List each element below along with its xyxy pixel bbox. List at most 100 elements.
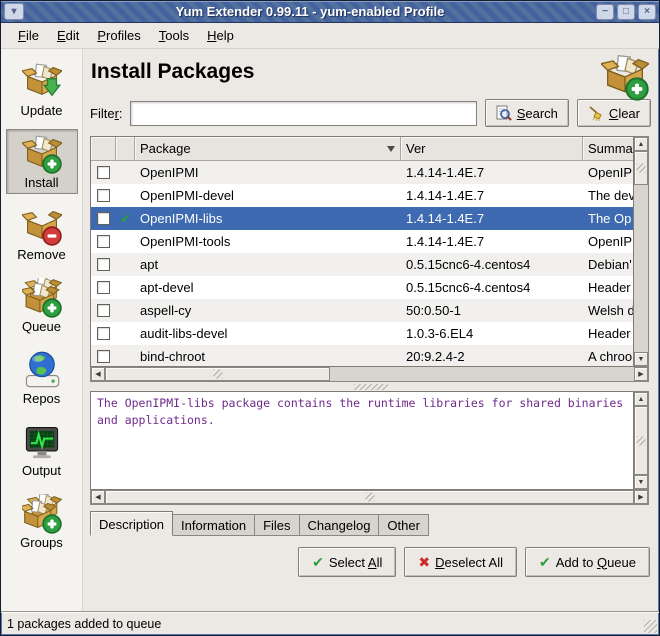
repos-icon bbox=[22, 350, 62, 390]
table-vertical-scrollbar[interactable]: ▲ ▼ bbox=[634, 136, 649, 367]
check-icon: ✔ bbox=[312, 555, 324, 569]
search-button-label: Search bbox=[517, 106, 558, 121]
queue-icon bbox=[22, 278, 62, 318]
titlebar[interactable]: ▾ Yum Extender 0.99.11 - yum-enabled Pro… bbox=[1, 1, 659, 23]
close-icon[interactable]: × bbox=[638, 4, 656, 20]
row-checkbox[interactable] bbox=[97, 235, 110, 248]
queued-check-icon: ✔ bbox=[120, 211, 131, 226]
sidebar-item-repos[interactable]: Repos bbox=[6, 345, 78, 410]
select-all-button[interactable]: ✔ Select All bbox=[298, 547, 396, 577]
column-header-package[interactable]: Package bbox=[135, 137, 401, 161]
tab-changelog[interactable]: Changelog bbox=[300, 514, 380, 536]
description-horizontal-scrollbar[interactable]: ◀ ▶ bbox=[90, 490, 649, 505]
row-checkbox[interactable] bbox=[97, 350, 110, 363]
package-table: Package Ver Summary OpenIPMI 1.4. bbox=[90, 136, 649, 382]
menu-help[interactable]: Help bbox=[198, 24, 243, 47]
sidebar: Update Install Remove Queue bbox=[1, 49, 83, 611]
table-row[interactable]: OpenIPMI-devel 1.4.14-1.4E.7 The dev bbox=[91, 184, 633, 207]
tab-description[interactable]: Description bbox=[90, 511, 173, 536]
table-row[interactable]: OpenIPMI-tools 1.4.14-1.4E.7 OpenIP bbox=[91, 230, 633, 253]
sidebar-item-remove[interactable]: Remove bbox=[6, 201, 78, 266]
table-row[interactable]: OpenIPMI 1.4.14-1.4E.7 OpenIP bbox=[91, 161, 633, 184]
table-row[interactable]: apt-devel 0.5.15cnc6-4.centos4 Header bbox=[91, 276, 633, 299]
select-all-label: Select All bbox=[329, 555, 382, 570]
table-header: Package Ver Summary bbox=[91, 137, 633, 161]
table-row[interactable]: aspell-cy 50:0.50-1 Welsh d bbox=[91, 299, 633, 322]
maximize-icon[interactable]: □ bbox=[617, 4, 635, 20]
row-checkbox[interactable] bbox=[97, 258, 110, 271]
window-menu-icon[interactable]: ▾ bbox=[4, 3, 24, 20]
statusbar: 1 packages added to queue bbox=[1, 611, 659, 635]
row-checkbox[interactable] bbox=[97, 327, 110, 340]
menu-file[interactable]: File bbox=[9, 24, 48, 47]
scrollbar-thumb[interactable] bbox=[634, 151, 648, 185]
search-button[interactable]: Search bbox=[485, 99, 569, 127]
scroll-up-icon[interactable]: ▲ bbox=[634, 137, 648, 151]
sidebar-item-install[interactable]: Install bbox=[6, 129, 78, 194]
row-checkbox[interactable] bbox=[97, 212, 110, 225]
page-title: Install Packages bbox=[91, 60, 651, 84]
deselect-all-button[interactable]: ✖ Deselect All bbox=[404, 547, 517, 577]
row-checkbox[interactable] bbox=[97, 166, 110, 179]
menubar: File Edit Profiles Tools Help bbox=[1, 23, 659, 49]
clear-button[interactable]: Clear bbox=[577, 99, 651, 127]
action-buttons: ✔ Select All ✖ Deselect All ✔ Add to Que… bbox=[90, 547, 651, 577]
add-to-queue-label: Add to Queue bbox=[556, 555, 636, 570]
clear-broom-icon bbox=[588, 105, 604, 121]
sidebar-item-update[interactable]: Update bbox=[6, 57, 78, 122]
menu-profiles[interactable]: Profiles bbox=[88, 24, 149, 47]
table-row[interactable]: bind-chroot 20:9.2.4-2 A chroo bbox=[91, 345, 633, 366]
update-icon bbox=[22, 62, 62, 102]
scroll-down-icon[interactable]: ▼ bbox=[634, 475, 648, 489]
column-header-checkbox[interactable] bbox=[91, 137, 116, 161]
clear-button-label: Clear bbox=[609, 106, 640, 121]
column-header-ver[interactable]: Ver bbox=[401, 137, 583, 161]
scroll-up-icon[interactable]: ▲ bbox=[634, 392, 648, 406]
row-checkbox[interactable] bbox=[97, 281, 110, 294]
filter-input[interactable] bbox=[130, 101, 477, 126]
table-row-selected[interactable]: ✔ OpenIPMI-libs 1.4.14-1.4E.7 The Op bbox=[91, 207, 633, 230]
tab-files[interactable]: Files bbox=[255, 514, 299, 536]
scrollbar-thumb[interactable] bbox=[634, 406, 648, 475]
column-header-summary[interactable]: Summary bbox=[583, 137, 633, 161]
main-panel: Install Packages Filter: Search bbox=[83, 49, 659, 611]
tab-information[interactable]: Information bbox=[173, 514, 255, 536]
column-header-status[interactable] bbox=[116, 137, 135, 161]
app-window: ▾ Yum Extender 0.99.11 - yum-enabled Pro… bbox=[0, 0, 660, 636]
window-title: Yum Extender 0.99.11 - yum-enabled Profi… bbox=[24, 4, 596, 19]
resize-grip[interactable] bbox=[644, 620, 657, 633]
table-body: OpenIPMI 1.4.14-1.4E.7 OpenIP OpenIPMI-d… bbox=[91, 161, 633, 366]
scrollbar-thumb[interactable] bbox=[105, 367, 330, 381]
scrollbar-thumb[interactable] bbox=[105, 490, 634, 504]
scroll-right-icon[interactable]: ▶ bbox=[634, 367, 648, 381]
check-icon: ✔ bbox=[539, 555, 551, 569]
add-to-queue-button[interactable]: ✔ Add to Queue bbox=[525, 547, 650, 577]
description-vertical-scrollbar[interactable]: ▲ ▼ bbox=[634, 391, 649, 490]
remove-icon bbox=[22, 206, 62, 246]
tab-other[interactable]: Other bbox=[379, 514, 429, 536]
deselect-all-label: Deselect All bbox=[435, 555, 503, 570]
output-icon bbox=[22, 422, 62, 462]
search-icon bbox=[496, 105, 512, 121]
row-checkbox[interactable] bbox=[97, 304, 110, 317]
scroll-left-icon[interactable]: ◀ bbox=[91, 490, 105, 504]
table-row[interactable]: audit-libs-devel 1.0.3-6.EL4 Header bbox=[91, 322, 633, 345]
menu-edit[interactable]: Edit bbox=[48, 24, 88, 47]
pane-splitter[interactable] bbox=[90, 382, 651, 391]
filter-label: Filter: bbox=[90, 106, 123, 121]
scroll-down-icon[interactable]: ▼ bbox=[634, 352, 648, 366]
row-checkbox[interactable] bbox=[97, 189, 110, 202]
table-horizontal-scrollbar[interactable]: ◀ ▶ bbox=[90, 367, 649, 382]
sidebar-item-queue[interactable]: Queue bbox=[6, 273, 78, 338]
install-packages-icon bbox=[601, 53, 649, 101]
description-text: The OpenIPMI-libs package contains the r… bbox=[97, 395, 627, 428]
scroll-left-icon[interactable]: ◀ bbox=[91, 367, 105, 381]
description-textview[interactable]: The OpenIPMI-libs package contains the r… bbox=[90, 391, 634, 490]
scroll-right-icon[interactable]: ▶ bbox=[634, 490, 648, 504]
table-row[interactable]: apt 0.5.15cnc6-4.centos4 Debian' bbox=[91, 253, 633, 276]
minimize-icon[interactable]: − bbox=[596, 4, 614, 20]
detail-tabs: Description Information Files Changelog … bbox=[90, 511, 651, 536]
sidebar-item-groups[interactable]: Groups bbox=[6, 489, 78, 554]
menu-tools[interactable]: Tools bbox=[150, 24, 198, 47]
sidebar-item-output[interactable]: Output bbox=[6, 417, 78, 482]
